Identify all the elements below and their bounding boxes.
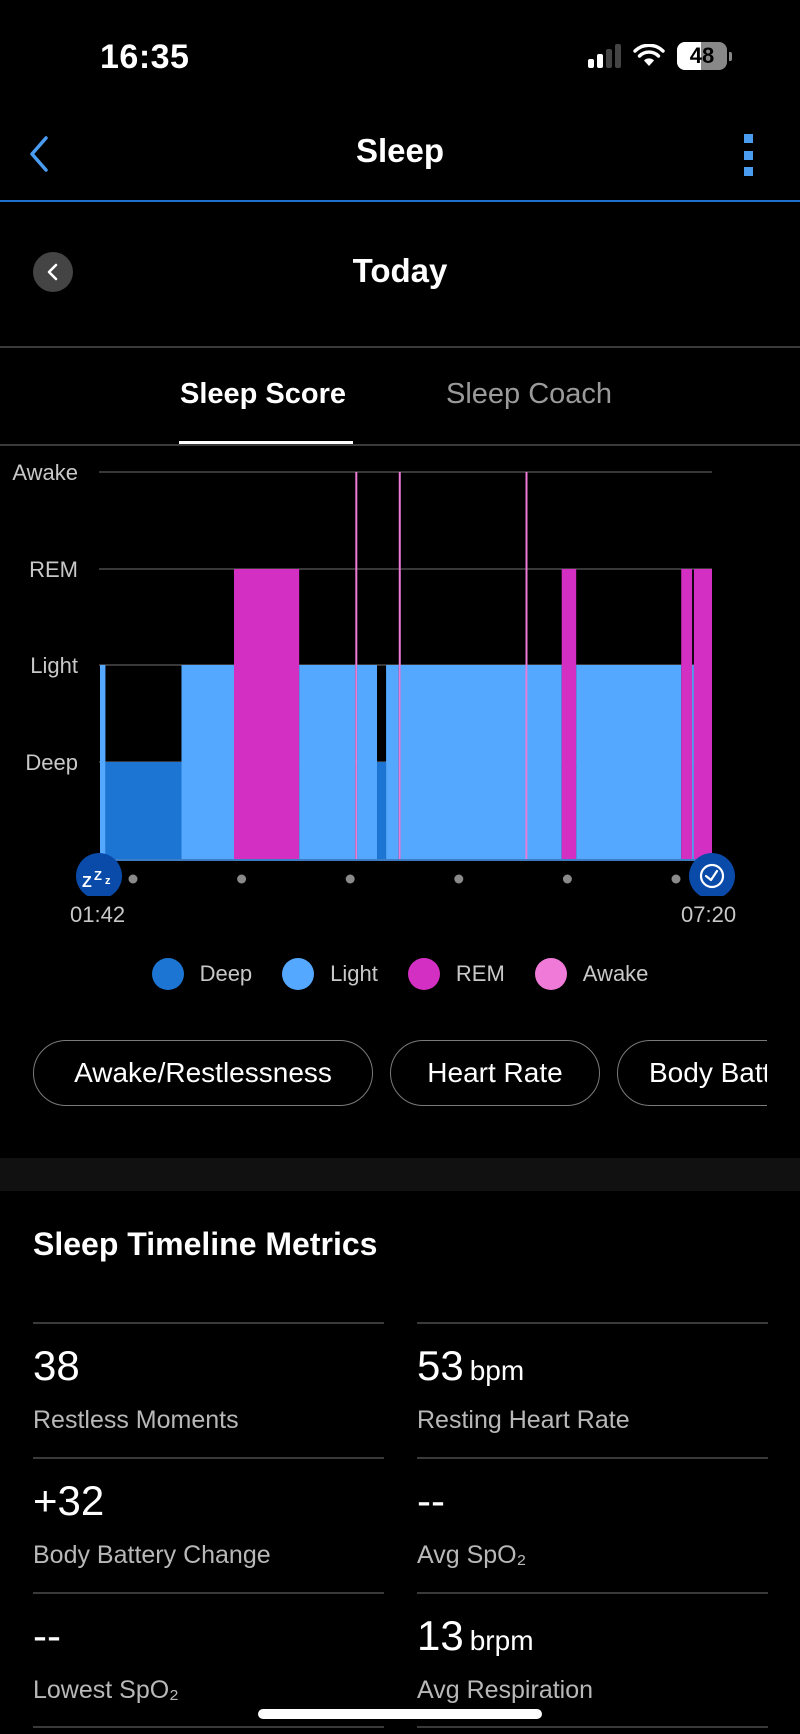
metric-avg-spo2: -- Avg SpO₂ [417,1457,768,1593]
segment-light [527,665,562,859]
segment-awake [525,472,528,859]
metric-label: Lowest SpO₂ [33,1676,179,1704]
metric-lowest-spo2: -- Lowest SpO₂ [33,1592,384,1728]
metric-unit: bpm [469,1355,525,1386]
legend-label: Deep [199,961,253,986]
segment-rem [681,569,693,859]
legend-dot-awake [534,958,567,990]
metric-label: Resting Heart Rate [417,1406,630,1434]
svg-text:z: z [105,875,111,887]
metric-value: +32 [33,1477,105,1524]
segment-light [386,665,399,859]
divider [33,1726,384,1728]
segment-light [181,665,234,859]
sleep-stages-chart: Awake REM Light Deep ZZz 01:42 07:20 Dee… [0,446,800,1006]
chart-overlay-chips: Awake/Restlessness Heart Rate Body Batte… [33,1040,767,1110]
metric-restless-moments: 38 Restless Moments [33,1322,384,1458]
chip-body-battery[interactable]: Body Battery [617,1040,767,1106]
section-title: Sleep Timeline Metrics [33,1226,378,1262]
segment-deep [377,762,387,859]
battery-level: 48 [689,43,715,68]
metric-value: -- [33,1612,61,1659]
metric-body-battery-change: +32 Body Battery Change [33,1457,384,1593]
segment-awake [355,472,358,859]
legend-label: REM [455,961,505,986]
metric-label: Body Battery Change [33,1541,271,1569]
legend-label: Awake [582,961,649,986]
nav-bar: Sleep [0,110,800,202]
divider [417,1726,768,1728]
x-tick-dot [454,874,464,884]
segment-rem [561,569,577,859]
segment-light [357,665,378,859]
segment-deep [105,762,182,859]
status-time: 16:35 [100,38,190,76]
segment-light [100,665,106,859]
x-tick-dot [237,874,247,884]
metric-unit: brpm [469,1625,534,1656]
segment-light [576,665,682,859]
status-icons: 48 [588,42,732,70]
legend-dot-light [282,958,315,990]
legend-item-light: Light [282,958,378,990]
segment-light [299,665,356,859]
date-title: Today [352,252,448,289]
metric-resting-heart-rate: 53 bpm Resting Heart Rate [417,1322,768,1458]
legend-label: Light [330,961,378,986]
segment-light [692,665,694,859]
legend-item-rem: REM [407,958,505,990]
svg-text:Z: Z [82,874,92,891]
metric-value: -- [417,1477,445,1524]
x-tick-dot [345,874,355,884]
cellular-signal-icon [588,44,621,68]
status-bar: 16:35 48 [0,0,800,110]
x-label-start: 01:42 [70,902,126,927]
metric-label: Avg SpO₂ [417,1541,527,1569]
hypnogram-plot: ZZz [76,471,735,896]
x-tick-dot [562,874,572,884]
x-tick-dot [128,874,138,884]
battery-tip [729,51,732,61]
segment-awake [398,472,401,859]
segment-rem [693,569,712,859]
more-options-button[interactable] [744,134,756,176]
svg-text:Z: Z [94,868,102,883]
segment-rem [233,569,300,859]
legend-dot-rem [407,958,440,990]
legend-item-awake: Awake [534,958,649,990]
tab-sleep-score[interactable]: Sleep Score [180,378,346,411]
home-indicator[interactable] [258,1709,542,1719]
segment-light [400,665,526,859]
wifi-icon [633,44,665,66]
battery-icon: 48 [677,42,727,70]
active-tab-indicator [179,441,353,444]
tab-sleep-coach[interactable]: Sleep Coach [446,378,612,411]
more-vertical-icon [744,134,753,143]
metric-value: 38 [33,1342,80,1389]
x-label-end: 07:20 [681,902,737,927]
chip-awake-restlessness[interactable]: Awake/Restlessness [33,1040,373,1106]
page-title: Sleep [355,132,445,169]
chip-heart-rate[interactable]: Heart Rate [390,1040,600,1106]
metric-value: 53 [417,1342,464,1389]
tab-bar: Sleep Score Sleep Coach [0,348,800,446]
metric-value: 13 [417,1612,464,1659]
metric-avg-respiration: 13 brpm Avg Respiration [417,1592,768,1728]
date-navigator: Today [0,202,800,348]
metric-label: Restless Moments [33,1406,239,1434]
x-tick-dot [671,874,681,884]
section-divider [0,1158,800,1191]
legend-item-deep: Deep [151,958,253,990]
chart-legend: Deep Light REM Awake [0,958,800,990]
legend-dot-deep [151,958,184,990]
metric-label: Avg Respiration [417,1676,594,1704]
